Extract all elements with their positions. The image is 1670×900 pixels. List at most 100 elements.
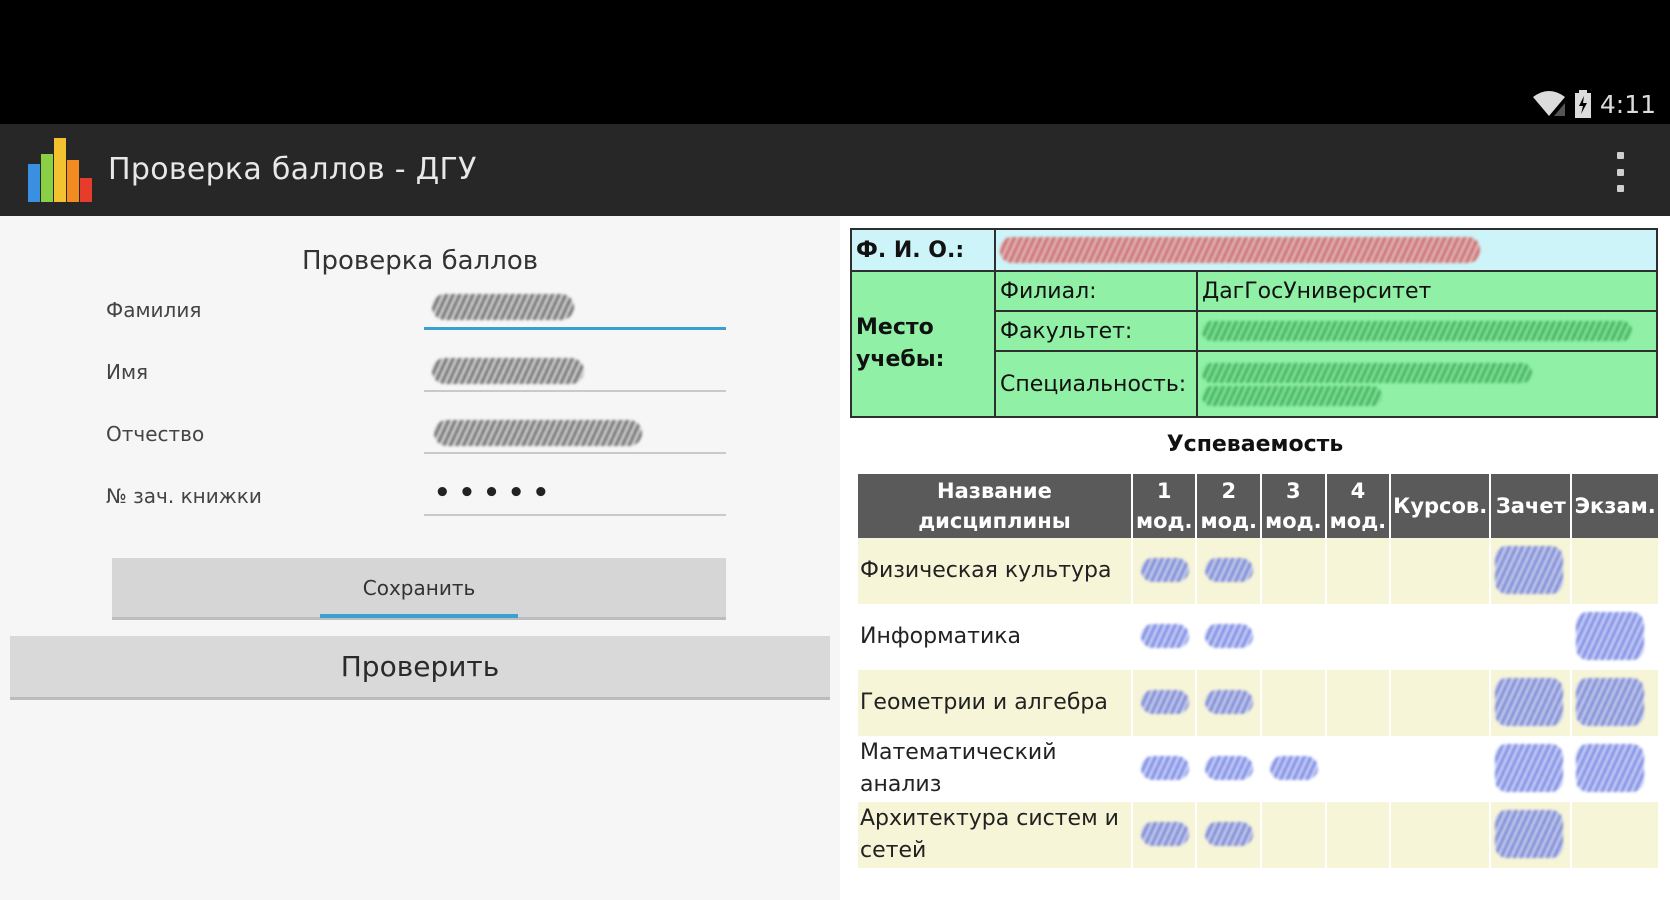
grade-cell [1325,538,1392,604]
redacted-grade [1140,756,1189,780]
fio-row: Ф. И. О.: [850,228,1658,272]
grade-cell [1261,604,1327,670]
discipline-name: Физическая культура [858,538,1133,604]
grade-cell [1490,538,1573,604]
grade-cell [1196,604,1263,670]
status-time: 4:11 [1599,89,1656,119]
grade-cell [1490,736,1573,802]
redacted-grade [1205,558,1254,582]
redacted-grade [1495,744,1564,792]
name-input[interactable] [424,348,726,392]
redacted-specialty-line2 [1202,385,1382,406]
grade-cell [1571,604,1660,670]
redacted-grade [1495,678,1564,726]
overflow-menu-icon[interactable] [1610,152,1630,192]
col-exam: Экзам. [1571,474,1660,538]
surname-label: Фамилия [106,298,202,322]
branch-label: Филиал: [994,270,1198,312]
grade-cell [1131,802,1198,868]
redacted-grade [1576,678,1645,726]
app-title: Проверка баллов - ДГУ [108,152,477,187]
grade-cell [1390,538,1492,604]
col-coursework: Курсов. [1390,474,1492,538]
redacted-grade [1140,558,1189,582]
place-of-study-label: Место учебы: [850,270,996,418]
redacted-grade [1576,744,1645,792]
redacted-grade [1205,822,1254,846]
grade-cell [1490,604,1573,670]
record-book-label: № зач. книжки [106,484,262,508]
grade-row: Физическая культура [858,538,1660,604]
grade-cell [1261,670,1327,736]
redacted-grade [1205,690,1254,714]
results-webview: Ф. И. О.: Место учебы: Филиал: ДагГосУни… [840,216,1670,900]
grade-row: Геометрии и алгебра [858,670,1660,736]
action-bar: Проверка баллов - ДГУ [0,124,1670,216]
status-icons: 4:11 [1532,84,1656,124]
discipline-name: Математический анализ [858,736,1133,802]
faculty-label: Факультет: [994,310,1198,352]
grade-cell [1196,538,1263,604]
login-form-panel: Проверка баллов Фамилия Имя Отчество № з… [0,216,840,900]
check-button[interactable]: Проверить [10,636,830,700]
redacted-grade [1576,612,1645,660]
col-module-1: 1 мод. [1131,474,1198,538]
grades-body: Физическая культура Информатика Геометрии … [858,538,1660,868]
grade-cell [1131,538,1198,604]
grade-cell [1261,802,1327,868]
redacted-grade [1140,690,1189,714]
grade-cell [1325,670,1392,736]
patronymic-label: Отчество [106,422,205,446]
fio-label: Ф. И. О.: [850,228,996,272]
discipline-name: Геометрии и алгебра [858,670,1133,736]
branch-value: ДагГосУниверситет [1196,270,1658,312]
grade-cell [1390,802,1492,868]
name-label: Имя [106,360,149,384]
redacted-grade [1205,756,1254,780]
grade-cell [1390,604,1492,670]
grade-cell [1325,736,1392,802]
battery-icon [1574,90,1592,118]
col-module-4: 4 мод. [1325,474,1392,538]
specialty-value [1196,350,1658,418]
branch-row: Место учебы: Филиал: ДагГосУниверситет [850,270,1658,418]
fio-value [994,228,1658,272]
specialty-label: Специальность: [994,350,1198,418]
grade-cell [1196,670,1263,736]
grade-cell [1390,670,1492,736]
redacted-grade [1140,822,1189,846]
redacted-faculty [1202,321,1632,341]
patronymic-input[interactable] [424,410,726,454]
grade-cell [1131,736,1198,802]
wifi-icon [1532,91,1566,117]
student-info-table: Ф. И. О.: Место учебы: Филиал: ДагГосУни… [850,228,1658,418]
col-discipline: Название дисциплины [858,474,1133,538]
redacted-grade [1270,756,1319,780]
status-bar: 4:11 [0,0,1670,124]
surname-input[interactable] [424,286,726,330]
redacted-grade [1205,624,1254,648]
col-credit: Зачет [1490,474,1573,538]
redacted-fio [1000,237,1480,263]
grade-cell [1571,736,1660,802]
grade-cell [1261,538,1327,604]
grade-row: Математический анализ [858,736,1660,802]
record-book-password-input[interactable] [424,472,726,516]
grade-cell [1131,604,1198,670]
discipline-name: Архитектура систем и сетей [858,802,1133,868]
grade-cell [1490,670,1573,736]
discipline-name: Информатика [858,604,1133,670]
grades-table: Название дисциплины 1 мод. 2 мод. 3 мод.… [858,474,1660,868]
grade-cell [1196,736,1263,802]
redacted-grade [1495,810,1564,858]
col-module-3: 3 мод. [1261,474,1327,538]
grade-cell [1261,736,1327,802]
grade-cell [1571,802,1660,868]
redacted-specialty [1202,362,1532,383]
grade-row: Архитектура систем и сетей [858,802,1660,868]
save-button[interactable]: Сохранить [112,558,726,620]
grade-cell [1325,604,1392,670]
redacted-grade [1495,546,1564,594]
grade-cell [1131,670,1198,736]
grade-cell [1490,802,1573,868]
